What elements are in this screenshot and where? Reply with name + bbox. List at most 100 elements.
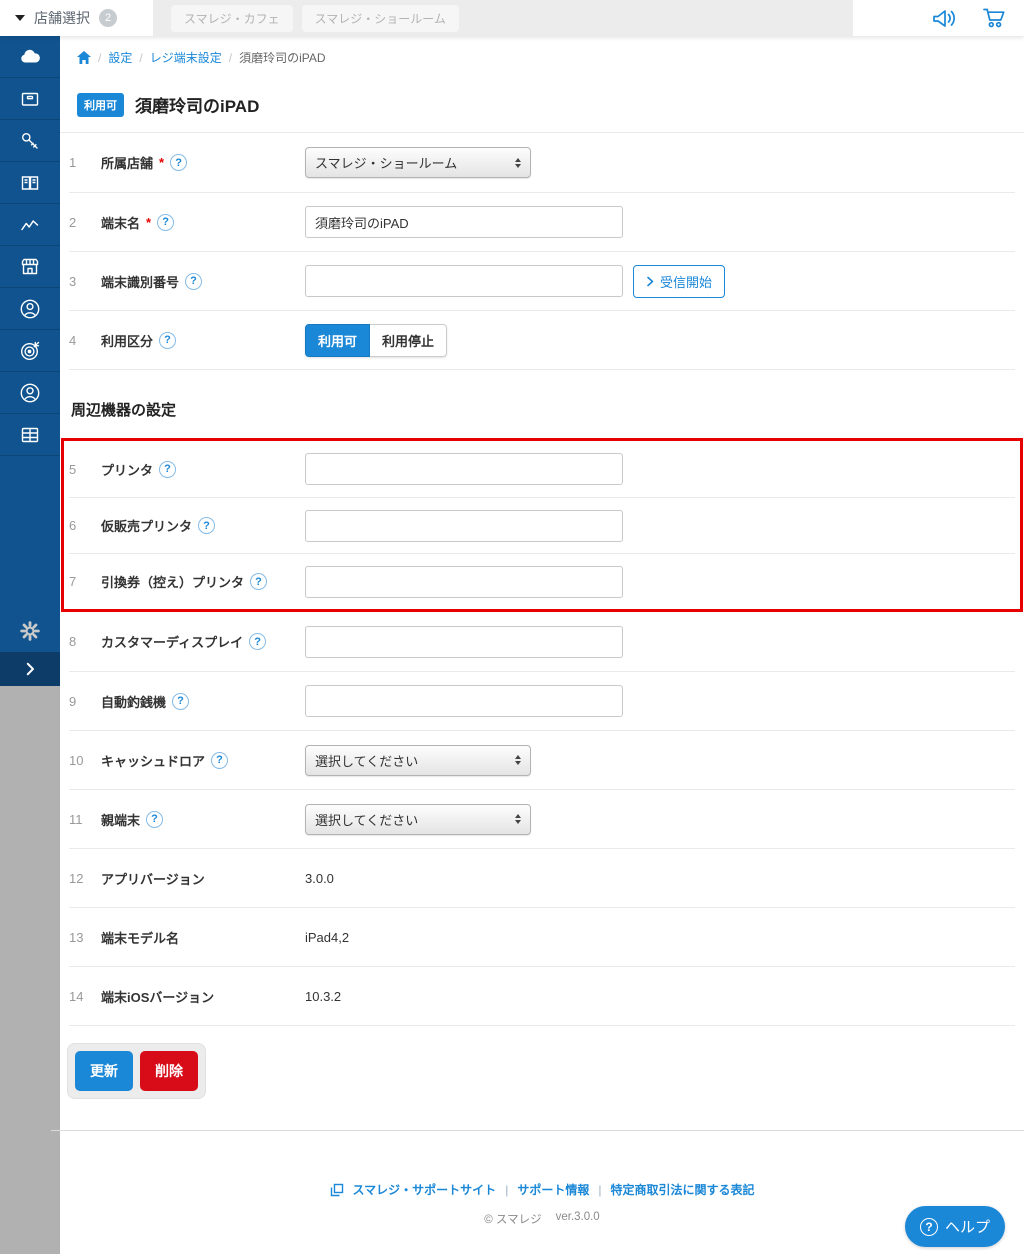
terminal-name-input[interactable] bbox=[305, 206, 623, 238]
footer-link-support-info[interactable]: サポート情報 bbox=[517, 1181, 589, 1198]
topbar: 店舗選択 2 スマレジ・カフェ スマレジ・ショールーム bbox=[0, 0, 1024, 36]
sidebar-item-reports[interactable] bbox=[0, 162, 60, 204]
select-arrows-icon bbox=[515, 814, 521, 824]
row-number: 6 bbox=[69, 518, 101, 533]
customer-display-input[interactable] bbox=[305, 626, 623, 658]
row-number: 4 bbox=[69, 333, 101, 348]
sidebar-item-products[interactable] bbox=[0, 78, 60, 120]
parent-terminal-select-value: 選択してください bbox=[315, 810, 418, 829]
field-label: キャッシュドロア bbox=[101, 751, 205, 770]
store-count-badge: 2 bbox=[99, 9, 117, 27]
help-icon[interactable]: ? bbox=[159, 332, 176, 349]
terminal-id-input[interactable] bbox=[305, 265, 623, 297]
usage-toggle-enabled[interactable]: 利用可 bbox=[305, 324, 370, 357]
book-icon bbox=[17, 171, 43, 195]
form-row-device-model: 13 端末モデル名 iPad4,2 bbox=[69, 907, 1015, 966]
row-number: 2 bbox=[69, 215, 101, 230]
topbar-actions bbox=[853, 0, 1024, 36]
usage-toggle-disabled[interactable]: 利用停止 bbox=[370, 324, 447, 357]
row-number: 13 bbox=[69, 930, 101, 945]
chevron-right-small-icon bbox=[646, 276, 655, 287]
receive-start-button[interactable]: 受信開始 bbox=[633, 265, 725, 298]
help-icon[interactable]: ? bbox=[250, 573, 267, 590]
store-tabs: スマレジ・カフェ スマレジ・ショールーム bbox=[153, 0, 853, 36]
form-row-ios-version: 14 端末iOSバージョン 10.3.2 bbox=[69, 966, 1015, 1025]
footer-link-support-site[interactable]: スマレジ・サポートサイト bbox=[353, 1181, 497, 1198]
store-select[interactable]: スマレジ・ショールーム bbox=[305, 147, 531, 178]
row-number: 12 bbox=[69, 871, 101, 886]
store-icon bbox=[17, 255, 43, 279]
sidebar-settings[interactable] bbox=[0, 610, 60, 652]
megaphone-icon[interactable] bbox=[931, 6, 958, 30]
help-icon[interactable]: ? bbox=[211, 752, 228, 769]
external-link-icon bbox=[330, 1183, 344, 1197]
help-icon[interactable]: ? bbox=[185, 273, 202, 290]
sidebar-item-layout[interactable] bbox=[0, 414, 60, 456]
row-number: 8 bbox=[69, 634, 101, 649]
help-icon[interactable]: ? bbox=[170, 154, 187, 171]
footer-link-commerce-law[interactable]: 特定商取引法に関する表記 bbox=[610, 1181, 754, 1198]
sidebar bbox=[0, 36, 60, 686]
home-icon[interactable] bbox=[77, 51, 91, 64]
help-icon[interactable]: ? bbox=[198, 517, 215, 534]
sidebar-collapse[interactable] bbox=[0, 652, 60, 686]
store-select-value: スマレジ・ショールーム bbox=[315, 153, 457, 172]
page-header: 利用可 須磨玲司のiPAD bbox=[60, 66, 1024, 133]
voucher-printer-input[interactable] bbox=[305, 566, 623, 598]
help-icon[interactable]: ? bbox=[249, 633, 266, 650]
help-button-label: ヘルプ bbox=[945, 1216, 990, 1237]
parent-terminal-select[interactable]: 選択してください bbox=[305, 804, 531, 835]
action-buttons: 更新 削除 bbox=[67, 1043, 206, 1099]
field-label: 親端末 bbox=[101, 810, 140, 829]
cash-drawer-select[interactable]: 選択してください bbox=[305, 745, 531, 776]
form-end-divider bbox=[69, 1025, 1015, 1026]
form-row-provisional-printer: 6 仮販売プリンタ? bbox=[69, 497, 1015, 553]
form-row-terminal-id: 3 端末識別番号? 受信開始 bbox=[69, 251, 1015, 310]
printer-input[interactable] bbox=[305, 453, 623, 485]
select-arrows-icon bbox=[515, 755, 521, 765]
breadcrumb-separator: / bbox=[229, 51, 232, 65]
sidebar-item-staff[interactable] bbox=[0, 372, 60, 414]
target-icon bbox=[17, 339, 43, 363]
help-icon[interactable]: ? bbox=[159, 461, 176, 478]
status-badge: 利用可 bbox=[77, 93, 124, 117]
usage-toggle: 利用可 利用停止 bbox=[305, 324, 447, 357]
help-button[interactable]: ? ヘルプ bbox=[905, 1206, 1005, 1247]
breadcrumb-settings[interactable]: 設定 bbox=[108, 49, 132, 66]
required-mark: * bbox=[159, 155, 164, 170]
sidebar-spacer bbox=[0, 456, 60, 610]
provisional-printer-input[interactable] bbox=[305, 510, 623, 542]
store-tab-cafe[interactable]: スマレジ・カフェ bbox=[171, 5, 293, 32]
store-tab-showroom[interactable]: スマレジ・ショールーム bbox=[302, 5, 459, 32]
breadcrumb-current: 須磨玲司のiPAD bbox=[239, 49, 325, 66]
sidebar-item-analytics[interactable] bbox=[0, 204, 60, 246]
help-icon[interactable]: ? bbox=[146, 811, 163, 828]
help-icon[interactable]: ? bbox=[157, 214, 174, 231]
breadcrumb-separator: / bbox=[98, 51, 101, 65]
sidebar-item-stores[interactable] bbox=[0, 246, 60, 288]
page-title: 須磨玲司のiPAD bbox=[135, 92, 259, 117]
row-number: 5 bbox=[69, 462, 101, 477]
delete-button[interactable]: 削除 bbox=[140, 1051, 198, 1091]
field-label: プリンタ bbox=[101, 460, 153, 479]
required-mark: * bbox=[146, 215, 151, 230]
field-label: カスタマーディスプレイ bbox=[101, 632, 243, 651]
copyright-text: © スマレジ bbox=[484, 1211, 541, 1227]
sidebar-item-campaigns[interactable] bbox=[0, 330, 60, 372]
staff-icon bbox=[17, 381, 43, 405]
store-selector[interactable]: 店舗選択 2 bbox=[0, 0, 153, 36]
breadcrumb-separator: / bbox=[139, 51, 142, 65]
sidebar-item-transactions[interactable] bbox=[0, 120, 60, 162]
breadcrumb-register-settings[interactable]: レジ端末設定 bbox=[150, 49, 222, 66]
cart-icon[interactable] bbox=[982, 6, 1008, 30]
help-icon[interactable]: ? bbox=[172, 693, 189, 710]
update-button[interactable]: 更新 bbox=[75, 1051, 133, 1091]
key-icon bbox=[17, 129, 43, 153]
change-machine-input[interactable] bbox=[305, 685, 623, 717]
sidebar-item-dashboard[interactable] bbox=[0, 36, 60, 78]
sidebar-item-customers[interactable] bbox=[0, 288, 60, 330]
chevron-right-icon bbox=[21, 660, 39, 678]
device-model-value: iPad4,2 bbox=[305, 930, 349, 945]
row-number: 7 bbox=[69, 574, 101, 589]
row-number: 11 bbox=[69, 812, 101, 827]
